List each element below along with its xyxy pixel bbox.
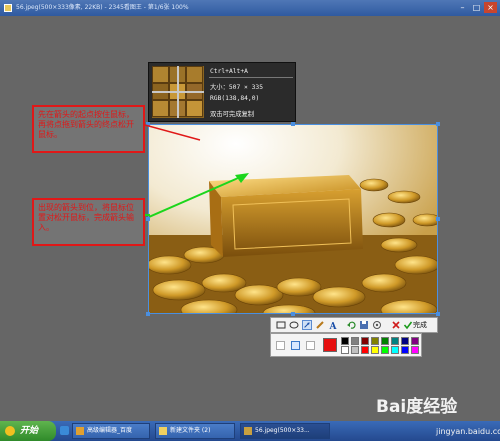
task-label: 新建文件夹 (2) [170, 427, 211, 434]
svg-text:A: A [329, 322, 338, 330]
pen-size-small[interactable] [276, 341, 285, 350]
confirm-icon[interactable] [403, 320, 413, 330]
editor-app-icon [76, 427, 84, 435]
task-label: 56.jpeg(500×33... [255, 427, 310, 434]
pin-icon[interactable] [372, 320, 382, 330]
screenshot-toolbar: A 完成 [270, 317, 438, 333]
color-swatch[interactable] [361, 346, 369, 354]
annotation-connectors [144, 124, 201, 216]
rectangle-icon[interactable] [276, 320, 286, 330]
image-viewer-icon [244, 427, 252, 435]
taskbar-item-viewer[interactable]: 56.jpeg(500×33... [240, 423, 330, 439]
color-swatch[interactable] [341, 337, 349, 345]
baidu-watermark: Bai度经验 [376, 397, 458, 417]
undo-icon[interactable] [346, 320, 356, 330]
ellipse-icon[interactable] [289, 320, 299, 330]
color-swatch[interactable] [381, 337, 389, 345]
start-label: 开始 [20, 426, 39, 436]
color-palette [270, 333, 422, 357]
text-icon[interactable]: A [328, 320, 338, 330]
color-swatch[interactable] [351, 337, 359, 345]
taskbar-item-folder[interactable]: 新建文件夹 (2) [155, 423, 235, 439]
arrow-icon[interactable] [302, 320, 312, 330]
pen-size-large[interactable] [306, 341, 315, 350]
cancel-icon[interactable] [391, 320, 401, 330]
color-swatch[interactable] [391, 346, 399, 354]
color-swatch[interactable] [361, 337, 369, 345]
windows-logo-icon [5, 426, 15, 436]
color-swatch[interactable] [411, 346, 419, 354]
done-button[interactable]: 完成 [413, 319, 427, 331]
taskbar-item-editor[interactable]: 高级编辑器_百度 [72, 423, 150, 439]
color-swatch[interactable] [401, 346, 409, 354]
current-color-swatch[interactable] [323, 338, 337, 352]
connector-top [144, 124, 201, 141]
color-swatch[interactable] [411, 337, 419, 345]
windows-taskbar: 开始 高级编辑器_百度 新建文件夹 (2) 56.jpeg(500×33... [0, 421, 500, 441]
ie-icon[interactable] [60, 426, 69, 435]
color-swatch[interactable] [341, 346, 349, 354]
color-swatch[interactable] [371, 346, 379, 354]
folder-icon [159, 427, 167, 435]
watermark-url: jingyan.baidu.com [436, 427, 500, 436]
color-swatch[interactable] [391, 337, 399, 345]
brush-icon[interactable] [315, 320, 325, 330]
task-label: 高级编辑器_百度 [87, 427, 133, 434]
pen-size-medium[interactable] [291, 341, 300, 350]
save-icon[interactable] [359, 320, 369, 330]
color-swatch[interactable] [381, 346, 389, 354]
color-swatch[interactable] [351, 346, 359, 354]
color-swatch[interactable] [401, 337, 409, 345]
start-button[interactable]: 开始 [0, 421, 56, 441]
color-swatch[interactable] [371, 337, 379, 345]
